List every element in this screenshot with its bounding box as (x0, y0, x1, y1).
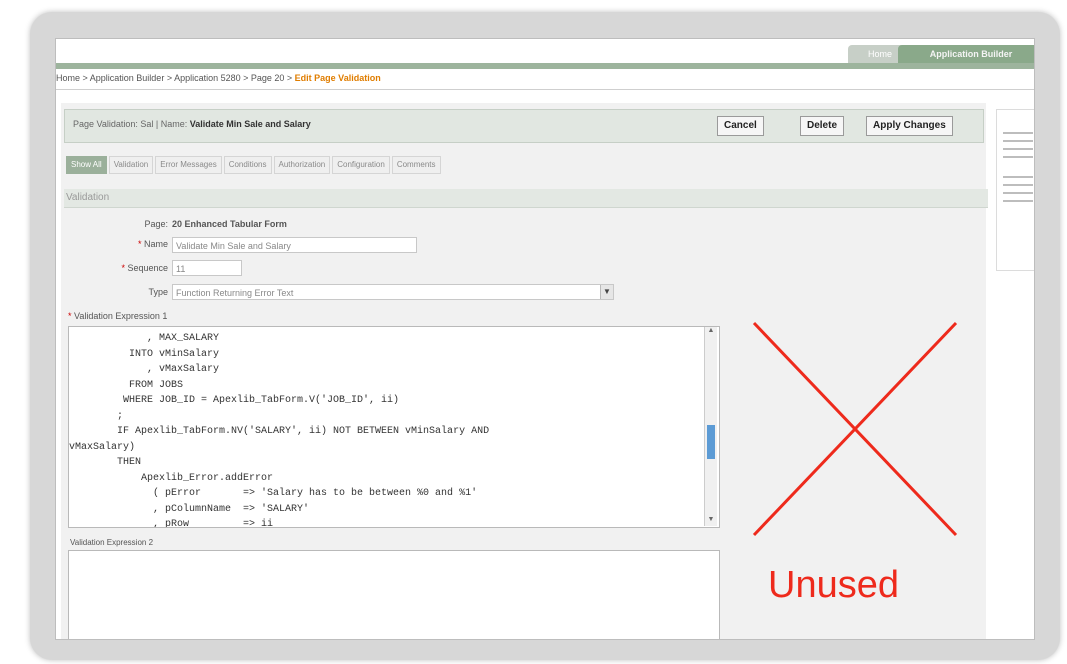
region-title-bar: Page Validation: Sal | Name: Validate Mi… (64, 109, 984, 143)
help-text-line (1003, 140, 1033, 142)
subtab-conditions[interactable]: Conditions (223, 156, 272, 174)
expression2-label: Validation Expression 2 (70, 538, 154, 547)
delete-button[interactable]: Delete (800, 116, 845, 136)
validation-expression-1-editor[interactable]: , MAX_SALARY INTO vMinSalary , vMaxSalar… (68, 326, 720, 528)
apex-window: Home Application Builder Home > Applicat… (55, 38, 1035, 640)
name-field[interactable]: Validate Min Sale and Salary (172, 237, 417, 253)
name-label: * Name (137, 239, 168, 249)
subtab-authorization[interactable]: Authorization (273, 156, 331, 174)
validation-name: Validate Min Sale and Salary (189, 119, 311, 129)
validation-expression-2-editor[interactable] (68, 550, 720, 639)
breadcrumb-current: Edit Page Validation (294, 73, 381, 83)
expression1-label: * Validation Expression 1 (68, 311, 168, 321)
unused-annotation: Unused (768, 564, 899, 606)
type-label: Type (148, 287, 168, 297)
breadcrumb: Home > Application Builder > Application… (56, 73, 381, 83)
nav-strip (56, 63, 1034, 69)
title-prefix: Page Validation: Sal | Name: (73, 119, 188, 129)
subtab-comments[interactable]: Comments (391, 156, 441, 174)
help-text-line (1003, 192, 1033, 194)
cancel-button[interactable]: Cancel (717, 116, 764, 136)
section-header: Validation (64, 189, 988, 208)
cross-out-icon (752, 321, 958, 537)
help-text-line (1003, 148, 1033, 150)
page-title: Page Validation: Sal | Name: Validate Mi… (73, 119, 311, 129)
page-label: Page: (144, 219, 168, 229)
help-side-pane (996, 109, 1034, 271)
subtab-configuration[interactable]: Configuration (332, 156, 390, 174)
help-text-line (1003, 184, 1033, 186)
help-text-line (1003, 132, 1033, 134)
type-select-value: Function Returning Error Text (176, 288, 294, 298)
help-text-line (1003, 156, 1033, 158)
scroll-down-icon[interactable]: ▼ (705, 516, 717, 526)
subtab-validation[interactable]: Validation (108, 156, 154, 174)
page-value: 20 Enhanced Tabular Form (172, 219, 287, 229)
subtab-show-all[interactable]: Show All (66, 156, 107, 174)
tab-application-builder[interactable]: Application Builder (898, 45, 1034, 63)
subtab-error-messages[interactable]: Error Messages (155, 156, 222, 174)
top-tab-bar: Home Application Builder (56, 39, 1034, 63)
divider (56, 89, 1034, 90)
apply-changes-button[interactable]: Apply Changes (866, 116, 953, 136)
scroll-thumb[interactable] (707, 425, 715, 459)
chevron-down-icon[interactable]: ▼ (600, 285, 613, 299)
sequence-label: * Sequence (121, 263, 168, 273)
help-text-line (1003, 176, 1033, 178)
type-select[interactable]: Function Returning Error Text ▼ (172, 284, 614, 300)
breadcrumb-path[interactable]: Home > Application Builder > Application… (56, 73, 295, 83)
scroll-up-icon[interactable]: ▲ (705, 327, 717, 337)
code-text: , MAX_SALARY INTO vMinSalary , vMaxSalar… (69, 333, 490, 528)
help-text-line (1003, 200, 1033, 202)
code-scrollbar[interactable]: ▲ ▼ (704, 327, 717, 526)
sub-tab-bar: Show All Validation Error Messages Conditio… (66, 154, 443, 174)
sequence-field[interactable]: 11 (172, 260, 242, 276)
